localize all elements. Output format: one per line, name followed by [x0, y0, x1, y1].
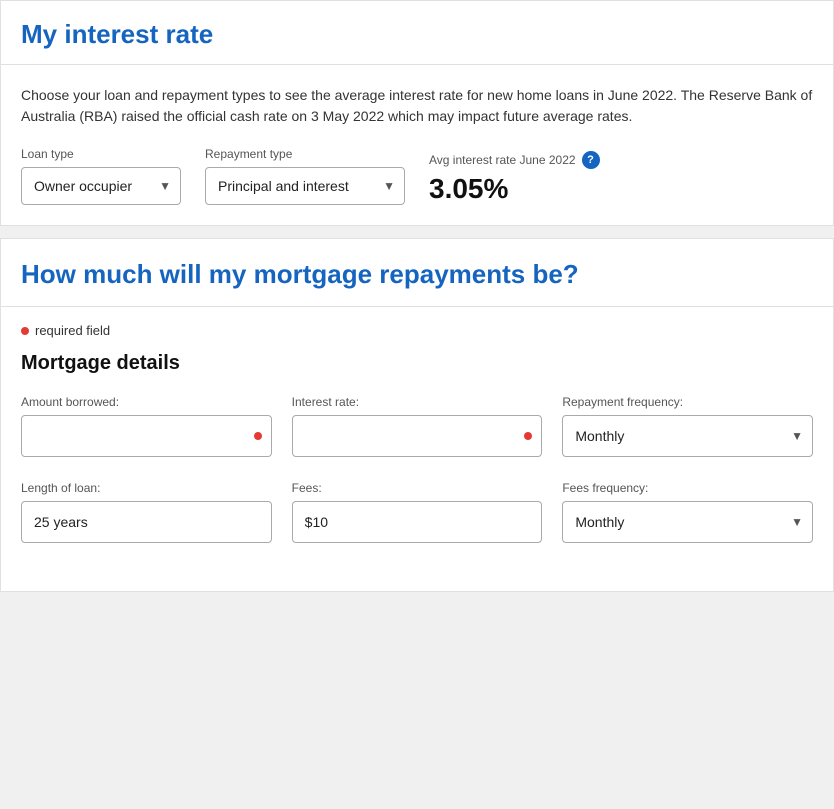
help-icon[interactable]: ?	[582, 151, 600, 169]
repayment-type-label: Repayment type	[205, 147, 405, 161]
interest-rate-header: My interest rate	[1, 1, 833, 65]
fees-label: Fees:	[292, 481, 543, 495]
avg-rate-display: Avg interest rate June 2022 ? 3.05%	[429, 151, 600, 205]
fees-input[interactable]	[292, 501, 543, 543]
loan-type-label: Loan type	[21, 147, 181, 161]
mortgage-details-title: Mortgage details	[21, 352, 813, 375]
length-of-loan-group: Length of loan:	[21, 481, 272, 543]
interest-rate-input[interactable]	[292, 415, 543, 457]
repayment-frequency-select-wrapper: Monthly Fortnightly Weekly ▼	[562, 415, 813, 457]
loan-type-group: Loan type Owner occupier Investor ▼	[21, 147, 181, 205]
amount-borrowed-group: Amount borrowed:	[21, 395, 272, 457]
avg-rate-value: 3.05%	[429, 173, 600, 205]
interest-rate-required-dot	[524, 432, 532, 440]
repayment-frequency-group: Repayment frequency: Monthly Fortnightly…	[562, 395, 813, 457]
repayment-type-select-wrapper: Principal and interest Interest only ▼	[205, 167, 405, 205]
amount-borrowed-input-wrapper	[21, 415, 272, 457]
interest-rate-input-wrapper	[292, 415, 543, 457]
repayment-frequency-label: Repayment frequency:	[562, 395, 813, 409]
avg-rate-label-row: Avg interest rate June 2022 ?	[429, 151, 600, 169]
interest-rate-description: Choose your loan and repayment types to …	[21, 85, 813, 127]
amount-borrowed-required-dot	[254, 432, 262, 440]
loan-type-select-wrapper: Owner occupier Investor ▼	[21, 167, 181, 205]
loan-type-select[interactable]: Owner occupier Investor	[21, 167, 181, 205]
mortgage-row-2: Length of loan: Fees: Fees frequency: Mo…	[21, 481, 813, 543]
length-of-loan-input-wrapper	[21, 501, 272, 543]
fees-group: Fees:	[292, 481, 543, 543]
fees-input-wrapper	[292, 501, 543, 543]
fees-frequency-label: Fees frequency:	[562, 481, 813, 495]
interest-rate-body: Choose your loan and repayment types to …	[1, 65, 833, 225]
repayment-frequency-select[interactable]: Monthly Fortnightly Weekly	[562, 415, 813, 457]
fees-frequency-select[interactable]: Monthly Annual Weekly	[562, 501, 813, 543]
repayment-type-group: Repayment type Principal and interest In…	[205, 147, 405, 205]
mortgage-section-title: How much will my mortgage repayments be?	[1, 239, 833, 307]
interest-rate-title: My interest rate	[21, 19, 813, 50]
fees-frequency-select-wrapper: Monthly Annual Weekly ▼	[562, 501, 813, 543]
required-dot-icon	[21, 327, 29, 335]
length-of-loan-label: Length of loan:	[21, 481, 272, 495]
required-notice: required field	[21, 323, 813, 338]
interest-rate-input-label: Interest rate:	[292, 395, 543, 409]
mortgage-section: How much will my mortgage repayments be?…	[0, 238, 834, 592]
mortgage-body: required field Mortgage details Amount b…	[1, 307, 833, 591]
length-of-loan-input[interactable]	[21, 501, 272, 543]
avg-rate-label: Avg interest rate June 2022	[429, 153, 576, 167]
loan-controls: Loan type Owner occupier Investor ▼ Repa…	[21, 147, 813, 205]
interest-rate-section: My interest rate Choose your loan and re…	[0, 0, 834, 226]
amount-borrowed-label: Amount borrowed:	[21, 395, 272, 409]
repayment-type-select[interactable]: Principal and interest Interest only	[205, 167, 405, 205]
amount-borrowed-input[interactable]	[21, 415, 272, 457]
fees-frequency-group: Fees frequency: Monthly Annual Weekly ▼	[562, 481, 813, 543]
mortgage-row-1: Amount borrowed: Interest rate: Repaymen…	[21, 395, 813, 457]
interest-rate-group: Interest rate:	[292, 395, 543, 457]
required-field-text: required field	[35, 323, 110, 338]
